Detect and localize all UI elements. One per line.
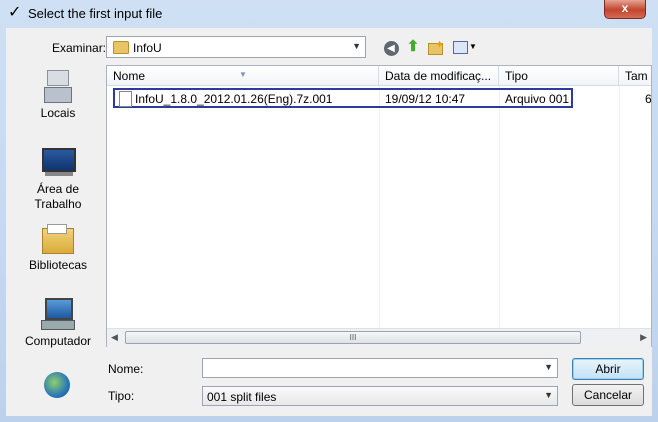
horizontal-scrollbar[interactable]: ◀ III ▶ [107, 328, 651, 347]
file-list[interactable]: Nome ▼ Data de modificaç... Tipo Tam Inf… [106, 65, 652, 347]
chevron-down-icon: ▼ [544, 390, 553, 400]
column-header-size[interactable]: Tam [619, 66, 651, 86]
libraries-icon [41, 224, 75, 254]
folder-icon [113, 41, 129, 54]
chevron-down-icon[interactable]: ▼ [352, 41, 361, 51]
column-header-name[interactable]: Nome ▼ [107, 66, 379, 86]
up-folder-button[interactable]: ⬆ [404, 38, 422, 56]
back-button[interactable]: ◀ [382, 38, 400, 56]
file-name: InfoU_1.8.0_2012.01.26(Eng).7z.001 [135, 92, 333, 106]
file-type: Arquivo 001 [505, 92, 570, 106]
column-header-date[interactable]: Data de modificaç... [379, 66, 499, 86]
column-header-type[interactable]: Tipo [499, 66, 619, 86]
title-bar[interactable]: ✓ Select the first input file x [0, 0, 658, 28]
chevron-down-icon[interactable]: ▼ [544, 362, 553, 372]
views-menu-button[interactable]: ▼ [452, 38, 478, 56]
look-in-label: Examinar: [52, 41, 107, 55]
close-icon: x [621, 1, 629, 15]
place-recent[interactable]: Locais [12, 70, 104, 121]
views-menu-icon [453, 41, 468, 54]
open-button[interactable]: Abrir [572, 358, 644, 380]
column-divider [379, 86, 380, 328]
place-label: Computador [24, 334, 92, 348]
scroll-left-icon[interactable]: ◀ [111, 332, 118, 343]
scroll-right-icon[interactable]: ▶ [640, 332, 647, 343]
place-label: Bibliotecas [28, 258, 88, 272]
scrollbar-thumb[interactable]: III [125, 331, 581, 344]
file-size: 6 [645, 92, 652, 106]
place-desktop[interactable]: Área de Trabalho [12, 148, 104, 212]
desktop-icon [41, 148, 76, 178]
dialog-client: Examinar: InfoU ▼ ◀ ⬆ ✦ ▼ Locais Área de… [6, 28, 652, 416]
file-name-field[interactable]: ▼ [202, 358, 558, 378]
look-in-value: InfoU [133, 41, 162, 55]
place-label: Área de Trabalho [34, 182, 82, 211]
file-icon [119, 91, 132, 107]
place-computer[interactable]: Computador [12, 298, 104, 349]
close-button[interactable]: x [604, 0, 646, 19]
up-folder-icon: ⬆ [406, 38, 420, 55]
column-divider [619, 86, 620, 328]
file-date: 19/09/12 10:47 [385, 92, 466, 106]
place-label: Locais [40, 106, 76, 120]
network-icon [42, 370, 74, 402]
file-type-value: 001 split files [207, 390, 277, 404]
place-libraries[interactable]: Bibliotecas [12, 224, 104, 273]
file-type-label: Tipo: [108, 389, 135, 403]
table-row[interactable]: InfoU_1.8.0_2012.01.26(Eng).7z.001 19/09… [113, 88, 573, 108]
file-type-select[interactable]: 001 split files ▼ [202, 386, 558, 406]
file-name-label: Nome: [108, 362, 144, 376]
computer-icon [41, 298, 75, 330]
look-in-combo[interactable]: InfoU ▼ [106, 36, 366, 58]
recent-places-icon [44, 70, 72, 103]
checkmark-icon: ✓ [8, 4, 22, 21]
window-title: Select the first input file [28, 6, 163, 21]
dialog-window: ✓ Select the first input file x Examinar… [0, 0, 658, 422]
chevron-down-icon: ▼ [469, 42, 477, 51]
grip-icon: III [349, 333, 357, 342]
place-network[interactable] [12, 370, 104, 406]
column-divider [499, 86, 500, 328]
sparkle-icon: ✦ [435, 39, 445, 51]
sort-arrow-icon: ▼ [239, 70, 247, 79]
new-folder-button[interactable]: ✦ [426, 38, 444, 56]
places-bar: Locais Área de Trabalho Bibliotecas Comp… [12, 64, 104, 416]
back-arrow-icon: ◀ [383, 41, 399, 56]
cancel-button[interactable]: Cancelar [572, 384, 644, 406]
file-name-input[interactable] [203, 359, 557, 377]
